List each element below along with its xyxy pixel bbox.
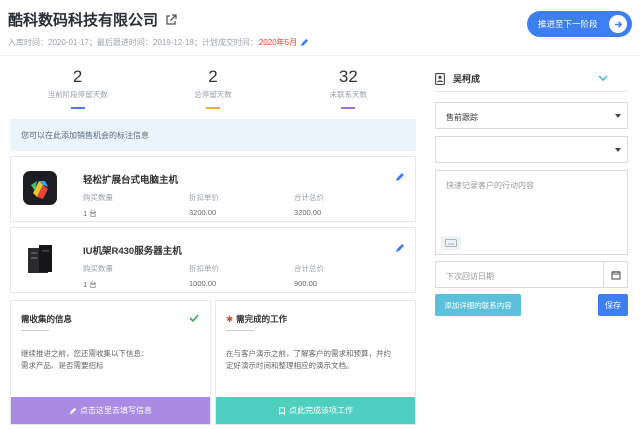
advance-stage-button[interactable]: 推进至下一阶段 <box>527 11 632 37</box>
stat-total-days: 2 总停留天数 <box>145 62 280 112</box>
action-record-textarea[interactable]: 快速记录客户的行动内容 <box>435 170 628 255</box>
product-card: IU机架R430服务器主机 购买数量 1 台 折扣单价 1000.00 合计总价… <box>10 227 416 293</box>
price-value: 1000.00 <box>189 279 217 288</box>
card-title: ✱ 需完成的工作 <box>226 313 287 325</box>
qty-value: 1 台 <box>83 209 97 218</box>
card-title: 需收集的信息 <box>21 314 73 324</box>
stat-underline <box>205 107 220 109</box>
chevron-down-icon <box>598 75 608 82</box>
secondary-select[interactable] <box>435 136 628 163</box>
stat-underline <box>70 107 85 109</box>
plan-label: 计划成交时间： <box>201 38 258 47</box>
edit-date-icon[interactable] <box>300 38 309 47</box>
dropdown-caret-icon <box>615 114 621 118</box>
assignee-name: 吴柯成 <box>453 74 481 84</box>
stat-label: 当前阶段停留天数 <box>47 90 108 99</box>
product-total: 合计总价 3200.00 <box>294 192 324 217</box>
info-needed-card: 需收集的信息 继续推进之前，您还需收集以下信息： 需求产品、是否需要招标 点击这… <box>10 300 211 425</box>
product-price: 折扣单价 1000.00 <box>189 263 219 288</box>
product-name: IU机架R430服务器主机 <box>83 246 182 257</box>
plan-close-date: 2020年5月 <box>258 38 298 47</box>
next-visit-date-placeholder: 下次回访日期 <box>446 272 494 281</box>
card-line: 继续推进之前，您还需收集以下信息： <box>21 349 149 358</box>
company-name: 酷科数码科技有限公司 <box>8 12 159 29</box>
stat-current-stage-days: 2 当前阶段停留天数 <box>10 62 145 112</box>
qty-label: 购买数量 <box>83 264 113 273</box>
bookmark-icon <box>279 406 285 415</box>
save-label: 保存 <box>605 300 621 310</box>
opportunity-header: 酷科数码科技有限公司 入库时间：2020-01-17； 最后跟进时间：2019-… <box>0 0 640 56</box>
entry-time: 入库时间：2020-01-17； <box>8 38 97 47</box>
work-needed-card: ✱ 需完成的工作 在与客户演示之前，了解客户的需求和预算，并约 定好演示时间和整… <box>215 300 416 425</box>
pencil-icon <box>69 407 77 414</box>
fill-info-button[interactable]: 点击这里去填写信息 <box>11 397 210 424</box>
card-body: 继续推进之前，您还需收集以下信息： 需求产品、是否需要招标 <box>21 348 200 372</box>
check-icon <box>189 314 199 323</box>
pencil-icon[interactable] <box>395 243 405 253</box>
add-contact-detail-button[interactable]: 添加详细的联系内容 <box>435 294 521 316</box>
server-tower-icon <box>28 245 52 273</box>
pencil-icon[interactable] <box>395 172 405 182</box>
stage-select-value: 售前跟踪 <box>446 113 478 122</box>
price-value: 3200.00 <box>189 208 217 217</box>
stage-select[interactable]: 售前跟踪 <box>435 102 628 129</box>
contact-card-icon <box>435 72 445 85</box>
product-name: 轻松扩展台式电脑主机 <box>83 175 179 186</box>
product-card: 轻松扩展台式电脑主机 购买数量 1 台 折扣单价 3200.00 合计总价 32… <box>10 156 416 222</box>
assignee-selector[interactable]: 吴柯成 <box>435 66 628 92</box>
complete-work-button[interactable]: 点此完成该项工作 <box>216 397 415 424</box>
company-title: 酷科数码科技有限公司 <box>8 9 177 30</box>
calendar-icon[interactable] <box>603 262 627 287</box>
total-value: 900.00 <box>294 279 317 288</box>
add-contact-detail-label: 添加详细的联系内容 <box>444 300 512 310</box>
last-follow-time: 最后跟进时间：2019-12-18； <box>96 38 202 47</box>
card-line: 定好演示时间和整理相应的演示文档。 <box>226 361 354 370</box>
stat-underline <box>341 107 356 109</box>
qty-value: 1 台 <box>83 280 97 289</box>
price-label: 折扣单价 <box>189 193 219 202</box>
qty-label: 购买数量 <box>83 193 113 202</box>
price-label: 折扣单价 <box>189 264 219 273</box>
fill-info-label: 点击这里去填写信息 <box>80 406 152 415</box>
stat-value: 2 <box>72 67 83 86</box>
title-underline <box>226 330 254 331</box>
product-qty: 购买数量 1 台 <box>83 192 113 219</box>
product-total: 合计总价 900.00 <box>294 263 324 288</box>
stat-label: 未联系天数 <box>329 90 368 99</box>
card-body: 在与客户演示之前，了解客户的需求和预算，并约 定好演示时间和整理相应的演示文档。 <box>226 348 405 372</box>
annotation-tip[interactable]: 您可以在此添加销售机会的标注信息 <box>10 119 416 151</box>
advance-stage-label: 推进至下一阶段 <box>538 19 598 29</box>
desktop-app-icon <box>23 171 57 205</box>
product-price: 折扣单价 3200.00 <box>189 192 219 217</box>
card-line: 需求产品、是否需要招标 <box>21 361 104 370</box>
stat-value: 32 <box>338 67 358 86</box>
complete-work-label: 点此完成该项工作 <box>289 406 353 415</box>
required-star-icon: ✱ <box>226 313 234 324</box>
stat-value: 2 <box>208 67 218 86</box>
card-line: 在与客户演示之前，了解客户的需求和预算，并约 <box>226 349 391 358</box>
title-underline <box>21 330 49 331</box>
stats-row: 2 当前阶段停留天数 2 总停留天数 32 未联系天数 <box>10 62 416 112</box>
card-title-text: 需完成的工作 <box>236 314 288 324</box>
keyboard-icon[interactable] <box>441 236 461 250</box>
arrow-right-icon <box>609 15 627 33</box>
timeline-meta: 入库时间：2020-01-17； 最后跟进时间：2019-12-18； 计划成交… <box>8 37 309 48</box>
total-label: 合计总价 <box>294 264 324 273</box>
total-label: 合计总价 <box>294 193 324 202</box>
dropdown-caret-icon <box>615 148 621 152</box>
stat-no-contact-days: 32 未联系天数 <box>281 62 416 112</box>
product-qty: 购买数量 1 台 <box>83 263 113 290</box>
action-record-placeholder: 快速记录客户的行动内容 <box>446 181 534 190</box>
annotation-tip-text: 您可以在此添加销售机会的标注信息 <box>21 131 149 140</box>
total-value: 3200.00 <box>294 208 322 217</box>
external-link-icon[interactable] <box>165 13 177 26</box>
save-button[interactable]: 保存 <box>598 294 628 316</box>
stat-label: 总停留天数 <box>194 90 232 99</box>
next-visit-date-input[interactable]: 下次回访日期 <box>435 261 628 288</box>
